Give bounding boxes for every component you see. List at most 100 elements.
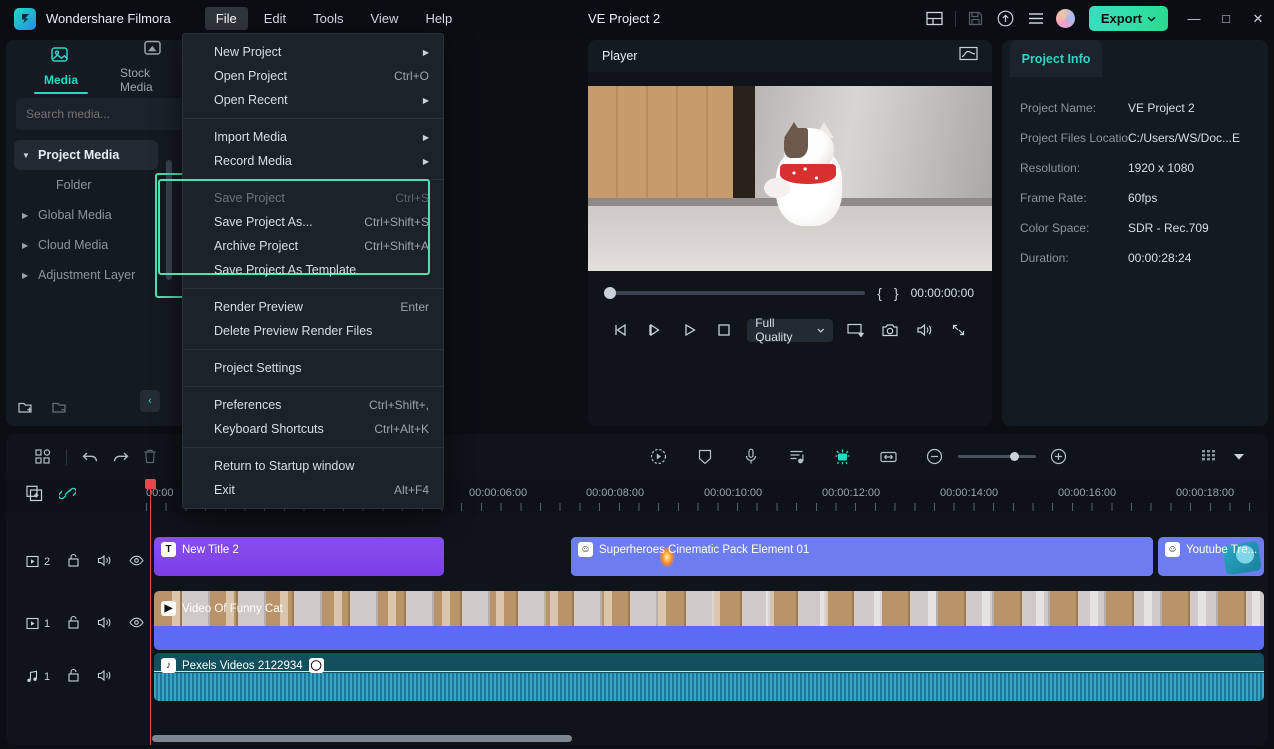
quality-dropdown[interactable]: Full Quality (747, 319, 833, 342)
save-icon[interactable] (961, 0, 991, 37)
menu-item-open-project[interactable]: Open Project Ctrl+O (183, 64, 443, 88)
speaker-icon[interactable] (97, 554, 112, 570)
menu-item-project-settings[interactable]: Project Settings (183, 356, 443, 380)
zoom-in-icon[interactable] (1044, 442, 1074, 472)
stop-button[interactable] (707, 316, 741, 344)
timeline-clip-audio[interactable]: ♪ Pexels Videos 2122934 ◯ (154, 653, 1264, 701)
menu-tools[interactable]: Tools (302, 7, 354, 30)
clip-label: ▶ Video Of Funny Cat (161, 601, 283, 616)
voiceover-icon[interactable] (736, 442, 766, 472)
link-clips-icon[interactable] (59, 486, 76, 506)
play-button[interactable] (673, 316, 707, 344)
zoom-slider-handle[interactable] (1010, 452, 1019, 461)
menu-item-save-project[interactable]: Save Project Ctrl+S (183, 186, 443, 210)
hamburger-menu-icon[interactable] (1021, 0, 1051, 37)
tab-stock-media-label: Stock Media (120, 66, 186, 94)
ai-tools-icon[interactable] (828, 442, 858, 472)
menu-item-open-recent[interactable]: Open Recent ▶ (183, 88, 443, 112)
close-button[interactable]: ✕ (1242, 0, 1274, 37)
tab-stock-media[interactable]: Stock Media (120, 40, 186, 94)
menu-item-shortcut: Ctrl+Shift+S (364, 215, 429, 229)
tree-item-adjustment-layer[interactable]: ▶ Adjustment Layer (14, 260, 158, 290)
menu-item-keyboard-shortcuts[interactable]: Keyboard Shortcuts Ctrl+Alt+K (183, 417, 443, 441)
cast-icon[interactable] (839, 316, 873, 344)
eye-icon[interactable] (129, 617, 144, 631)
media-scrollbar[interactable] (166, 160, 172, 280)
maximize-button[interactable]: □ (1210, 0, 1242, 37)
chevron-down-icon (1147, 16, 1156, 22)
redo-icon[interactable] (105, 442, 135, 472)
layout-icon[interactable] (920, 0, 950, 37)
menu-help[interactable]: Help (414, 7, 463, 30)
timeline-clip-title[interactable]: T New Title 2 (154, 537, 444, 576)
menu-file[interactable]: File (205, 7, 248, 30)
menu-item-import-media[interactable]: Import Media ▶ (183, 125, 443, 149)
menu-item-new-project[interactable]: New Project ▶ (183, 40, 443, 64)
info-row-project-name: Project Name: VE Project 2 (1020, 93, 1250, 123)
tab-project-info[interactable]: Project Info (1010, 40, 1102, 77)
tree-item-label: Cloud Media (38, 238, 108, 252)
menu-item-preferences[interactable]: Preferences Ctrl+Shift+, (183, 393, 443, 417)
video-preview[interactable] (588, 86, 992, 271)
menu-item-record-media[interactable]: Record Media ▶ (183, 149, 443, 173)
export-button[interactable]: Export (1089, 6, 1168, 31)
player-scrubber[interactable]: { } 00:00:00:00 (588, 278, 992, 308)
menu-item-render-preview[interactable]: Render Preview Enter (183, 295, 443, 319)
timeline-clip-effect[interactable]: ☺ Superheroes Cinematic Pack Element 01 (571, 537, 1153, 576)
camera-icon[interactable] (873, 316, 907, 344)
prev-frame-button[interactable] (604, 316, 638, 344)
remove-folder-icon[interactable] (52, 400, 68, 420)
speaker-icon[interactable] (97, 669, 112, 685)
collapse-panel-icon[interactable]: ‹ (140, 390, 160, 412)
tree-item-project-media[interactable]: ▼ Project Media (14, 140, 158, 170)
tree-item-global-media[interactable]: ▶ Global Media (14, 200, 158, 230)
avatar[interactable] (1051, 0, 1081, 37)
eye-icon[interactable] (129, 555, 144, 569)
scrub-track[interactable] (606, 291, 865, 295)
zoom-slider[interactable] (958, 455, 1036, 458)
menu-item-delete-preview-render-files[interactable]: Delete Preview Render Files (183, 319, 443, 343)
info-row-color-space: Color Space: SDR - Rec.709 (1020, 213, 1250, 243)
mark-out-button[interactable]: } (894, 285, 899, 301)
menu-item-archive-project[interactable]: Archive Project Ctrl+Shift+A (183, 234, 443, 258)
menu-edit[interactable]: Edit (253, 7, 297, 30)
render-preview-icon[interactable] (644, 442, 674, 472)
tree-item-folder[interactable]: Folder (14, 170, 158, 200)
waveform-scope-icon[interactable] (959, 46, 978, 66)
menu-item-save-project-as[interactable]: Save Project As... Ctrl+Shift+S (183, 210, 443, 234)
playhead[interactable] (150, 479, 151, 745)
speaker-icon[interactable] (907, 316, 941, 344)
audio-mixer-icon[interactable] (782, 442, 812, 472)
tree-item-cloud-media[interactable]: ▶ Cloud Media (14, 230, 158, 260)
menu-view[interactable]: View (359, 7, 409, 30)
add-track-icon[interactable] (26, 485, 43, 507)
fullscreen-icon[interactable] (942, 316, 976, 344)
zoom-out-icon[interactable] (920, 442, 950, 472)
new-folder-icon[interactable] (18, 400, 34, 420)
timeline-horizontal-scrollbar[interactable] (152, 735, 572, 742)
menu-item-save-project-as-template[interactable]: Save Project As Template (183, 258, 443, 282)
grid-layout-icon[interactable] (28, 442, 58, 472)
mark-in-button[interactable]: { (877, 285, 882, 301)
tab-media[interactable]: Media (28, 46, 94, 87)
menu-item-exit[interactable]: Exit Alt+F4 (183, 478, 443, 502)
track-options-icon[interactable] (1194, 442, 1224, 472)
next-frame-button[interactable] (638, 316, 672, 344)
timeline-clip-video[interactable]: ▶ Video Of Funny Cat (154, 591, 1264, 650)
menu-item-return-to-startup-window[interactable]: Return to Startup window (183, 454, 443, 478)
cloud-upload-icon[interactable] (991, 0, 1021, 37)
menu-item-label: Render Preview (214, 300, 303, 314)
unlock-icon[interactable] (67, 668, 80, 685)
audio-detach-icon[interactable]: ◯ (309, 658, 324, 673)
minimize-button[interactable]: — (1178, 0, 1210, 37)
unlock-icon[interactable] (67, 615, 80, 632)
chevron-down-icon[interactable] (1224, 442, 1254, 472)
fit-timeline-icon[interactable] (874, 442, 904, 472)
delete-icon[interactable] (135, 442, 165, 472)
timeline-clip-effect-2[interactable]: ☺ Youtube Tre... (1158, 537, 1264, 576)
mask-icon[interactable] (690, 442, 720, 472)
undo-icon[interactable] (75, 442, 105, 472)
unlock-icon[interactable] (67, 553, 80, 570)
scrub-handle[interactable] (604, 287, 616, 299)
speaker-icon[interactable] (97, 616, 112, 632)
